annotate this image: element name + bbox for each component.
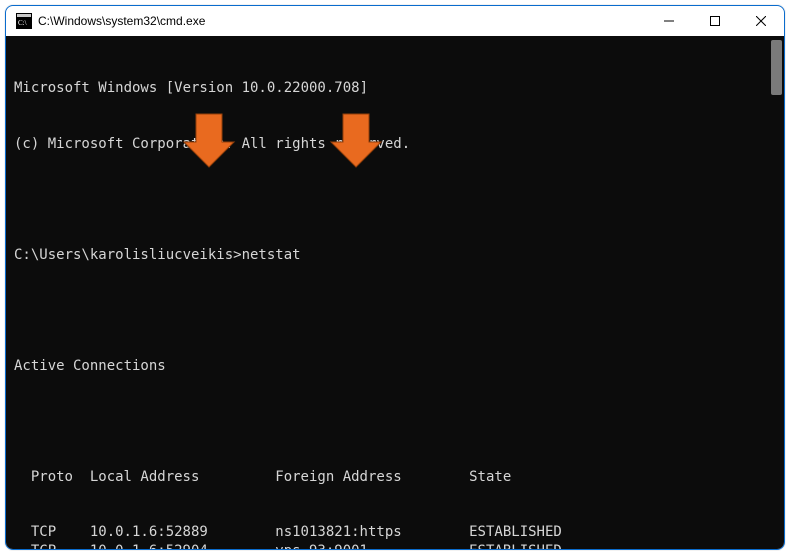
- connection-row: TCP10.0.1.6:52889ns1013821:httpsESTABLIS…: [14, 523, 784, 542]
- blank-line: [14, 412, 784, 431]
- active-connections-line: Active Connections: [14, 357, 784, 376]
- cell-state: ESTABLISHED: [469, 523, 562, 542]
- cell-state: ESTABLISHED: [469, 542, 562, 550]
- cell-proto: TCP: [31, 542, 90, 550]
- svg-text:C:\: C:\: [18, 19, 27, 27]
- cell-proto: TCP: [31, 523, 90, 542]
- cell-foreign: vps-93:9001: [275, 542, 469, 550]
- window-title: C:\Windows\system32\cmd.exe: [38, 14, 205, 28]
- titlebar[interactable]: C:\ C:\Windows\system32\cmd.exe: [6, 6, 784, 36]
- minimize-button[interactable]: [646, 6, 692, 36]
- blank-line: [14, 190, 784, 209]
- cmd-icon: C:\: [16, 13, 32, 29]
- blank-line: [14, 301, 784, 320]
- copyright-line: (c) Microsoft Corporation. All rights re…: [14, 135, 784, 154]
- terminal-area[interactable]: Microsoft Windows [Version 10.0.22000.70…: [6, 36, 784, 549]
- scrollbar[interactable]: [771, 40, 782, 545]
- cmd-window: C:\ C:\Windows\system32\cmd.exe Microsof…: [5, 5, 785, 550]
- version-line: Microsoft Windows [Version 10.0.22000.70…: [14, 79, 784, 98]
- scrollbar-thumb[interactable]: [771, 40, 782, 95]
- header-foreign: Foreign Address: [275, 468, 469, 487]
- cell-local: 10.0.1.6:52904: [90, 542, 275, 550]
- header-row: ProtoLocal AddressForeign AddressState: [14, 468, 784, 487]
- header-local: Local Address: [90, 468, 275, 487]
- prompt-line: C:\Users\karolisliucveikis>netstat: [14, 246, 784, 265]
- window-controls: [646, 6, 784, 36]
- header-state: State: [469, 468, 511, 487]
- close-button[interactable]: [738, 6, 784, 36]
- maximize-button[interactable]: [692, 6, 738, 36]
- cell-local: 10.0.1.6:52889: [90, 523, 275, 542]
- cell-foreign: ns1013821:https: [275, 523, 469, 542]
- header-proto: Proto: [31, 468, 90, 487]
- connection-row: TCP10.0.1.6:52904vps-93:9001ESTABLISHED: [14, 542, 784, 550]
